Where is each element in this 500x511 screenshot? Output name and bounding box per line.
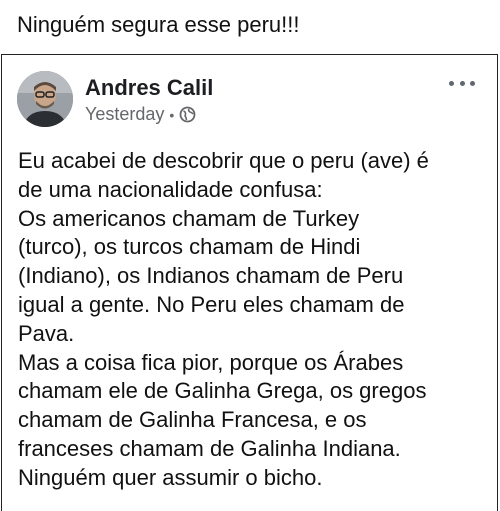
post-line: Pava. [18,320,75,346]
post-text: Eu acabei de descobrir que o peru (ave) … [18,147,493,493]
post-line: igual a gente. No Peru eles chamam de [18,291,405,317]
avatar[interactable] [17,71,73,127]
post-line: de uma nacionalidade confusa: [18,176,323,202]
post-line: (turco), os turcos chamam de Hindi [18,234,361,260]
author-name[interactable]: Andres Calil [85,75,213,101]
post-line: Ninguém quer assumir o bicho. [18,464,323,490]
meta-separator: • [169,106,175,123]
more-options-icon[interactable] [449,79,475,87]
post-line: chamam de Galinha Francesa, e os [18,407,367,433]
post-line: chamam ele de Galinha Grega, os gregos [18,378,427,404]
post-line: (Indiano), os Indianos chamam de Peru [18,263,404,289]
avatar-photo [17,71,73,127]
post-line: Eu acabei de descobrir que o peru (ave) … [18,148,429,173]
post-line: Os americanos chamam de Turkey [18,205,360,231]
facebook-post: Andres Calil Yesterday • Eu acabei de de… [1,54,498,511]
post-line: franceses chamam de Galinha Indiana. [18,435,401,461]
meme-caption: Ninguém segura esse peru!!! [17,12,300,37]
post-line: Mas a coisa fica pior, porque os Árabes [18,349,404,375]
globe-icon[interactable] [179,106,196,123]
post-timestamp[interactable]: Yesterday [85,104,164,125]
post-meta: Yesterday • [85,104,196,125]
